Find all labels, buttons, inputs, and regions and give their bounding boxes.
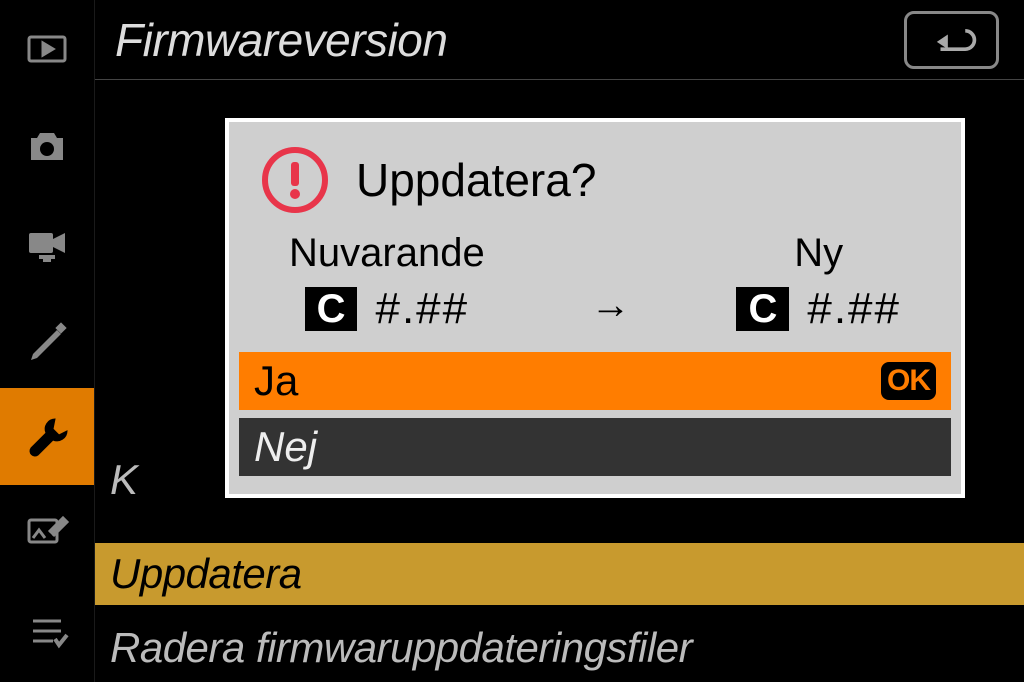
alert-icon: [259, 144, 331, 216]
version-compare: Nuvarande C #.## → Ny C #.##: [229, 226, 961, 352]
back-arrow-icon: [924, 23, 979, 57]
playback-icon: [23, 25, 71, 73]
new-version: #.##: [807, 284, 901, 334]
current-version-col: Nuvarande C #.##: [289, 231, 485, 334]
sidebar-item-photo[interactable]: [0, 97, 94, 194]
sidebar-item-playback[interactable]: [0, 0, 94, 97]
video-icon: [23, 219, 71, 267]
wrench-icon: [23, 413, 71, 461]
option-no[interactable]: Nej: [239, 418, 951, 476]
main-panel: Firmwareversion K Uppdatera Radera firmw…: [95, 0, 1024, 682]
dialog-options: Ja OK Nej: [229, 352, 961, 494]
sidebar-item-video[interactable]: [0, 194, 94, 291]
sidebar-item-mymenu[interactable]: [0, 582, 94, 679]
back-button[interactable]: [904, 11, 999, 69]
retouch-icon: [23, 510, 71, 558]
dialog-header: Uppdatera?: [229, 122, 961, 226]
camera-menu-screen: Firmwareversion K Uppdatera Radera firmw…: [0, 0, 1024, 682]
sidebar: [0, 0, 95, 682]
new-version-line: C #.##: [736, 284, 901, 334]
dialog-title: Uppdatera?: [356, 153, 596, 207]
mymenu-icon: [23, 607, 71, 655]
header: Firmwareversion: [95, 0, 1024, 80]
sidebar-item-retouch[interactable]: [0, 485, 94, 582]
current-version-line: C #.##: [305, 284, 470, 334]
camera-icon: [23, 122, 71, 170]
current-label: Nuvarande: [289, 231, 485, 276]
bg-row-update[interactable]: Uppdatera: [95, 543, 1024, 605]
new-version-col: Ny C #.##: [736, 231, 901, 334]
sidebar-item-custom[interactable]: [0, 291, 94, 388]
new-label: Ny: [794, 231, 843, 276]
page-title: Firmwareversion: [115, 13, 904, 67]
sidebar-item-setup[interactable]: [0, 388, 94, 485]
ok-badge: OK: [881, 362, 936, 400]
new-badge: C: [736, 287, 789, 331]
current-version: #.##: [375, 284, 469, 334]
bg-row-delete[interactable]: Radera firmwaruppdateringsfiler: [95, 618, 1024, 678]
update-dialog: Uppdatera? Nuvarande C #.## → Ny C #.##: [225, 118, 965, 498]
option-yes[interactable]: Ja OK: [239, 352, 951, 410]
current-badge: C: [305, 287, 358, 331]
option-yes-label: Ja: [254, 357, 298, 405]
option-no-label: Nej: [254, 423, 317, 471]
pencil-icon: [23, 316, 71, 364]
arrow-icon: →: [591, 283, 631, 334]
